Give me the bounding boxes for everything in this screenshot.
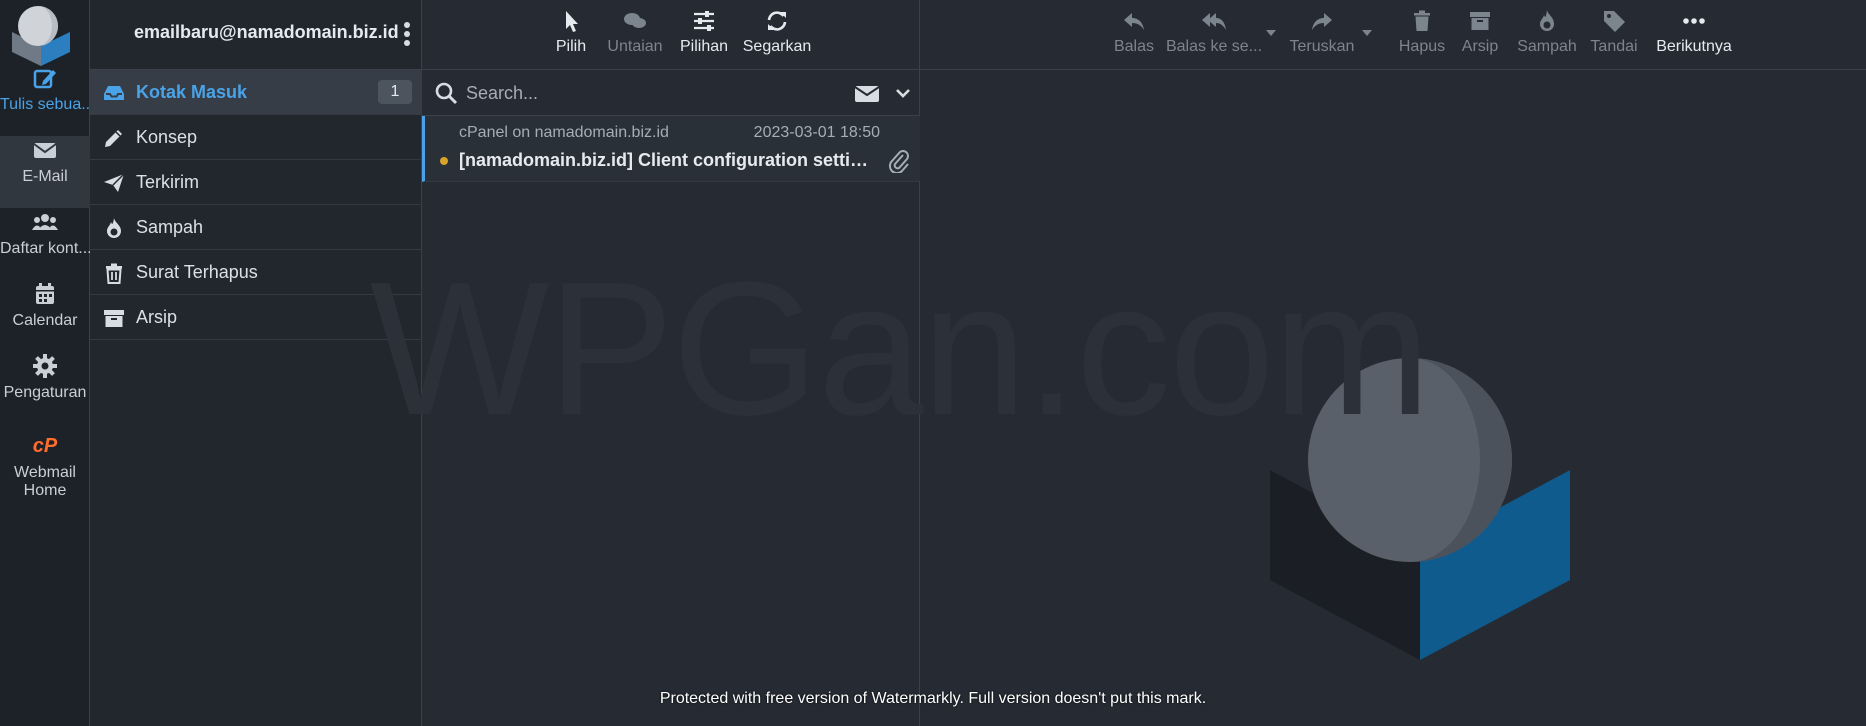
envelope-icon (33, 143, 57, 158)
folder-sent[interactable]: Terkirim (90, 160, 422, 205)
rail-contacts[interactable]: Daftar kont... (0, 208, 90, 280)
mark-label: Tandai (1590, 38, 1638, 55)
svg-text:cP: cP (33, 435, 58, 457)
rail-webmail-home[interactable]: cP Webmail Home (0, 432, 90, 512)
folder-pane: emailbaru@namadomain.biz.id Kotak Masuk … (90, 0, 422, 726)
folder-junk[interactable]: Sampah (90, 205, 422, 250)
rail-settings[interactable]: Pengaturan (0, 352, 90, 424)
list-toolbar: Pilih Untaian Pilihan Segarkan (422, 0, 920, 70)
folder-trash[interactable]: Surat Terhapus (90, 250, 422, 295)
rail-contacts-label: Daftar kont... (0, 240, 90, 257)
folder-drafts[interactable]: Konsep (90, 115, 422, 160)
account-header: emailbaru@namadomain.biz.id (90, 0, 422, 70)
more-dots-icon (1683, 18, 1705, 24)
select-label: Pilih (555, 38, 587, 55)
reply-button[interactable]: Balas (1102, 8, 1166, 56)
compose-icon (33, 69, 56, 89)
reply-all-caret-icon[interactable] (1266, 30, 1276, 36)
rail-calendar-label: Calendar (12, 312, 78, 329)
message-date: 2023-03-01 18:50 (753, 124, 880, 141)
message-list-pane: Pilih Untaian Pilihan Segarkan Search...… (422, 0, 920, 726)
account-menu-icon[interactable] (400, 20, 414, 48)
users-icon (32, 214, 58, 230)
folder-inbox[interactable]: Kotak Masuk 1 (90, 70, 422, 115)
tag-icon (1604, 11, 1625, 32)
cpanel-icon: cP (33, 435, 58, 457)
rail-calendar[interactable]: Calendar (0, 280, 90, 352)
folder-label: Kotak Masuk (136, 82, 248, 102)
forward-icon (1312, 13, 1332, 30)
search-bar (422, 70, 920, 116)
forward-caret-icon[interactable] (1362, 30, 1372, 36)
options-button[interactable]: Pilihan (672, 8, 736, 56)
forward-button[interactable]: Teruskan (1284, 8, 1360, 56)
preview-pane: Balas Balas ke se... Teruskan Hapus Arsi… (920, 0, 1866, 726)
archive-label: Arsip (1461, 38, 1499, 55)
search-input[interactable] (466, 80, 826, 106)
sliders-icon (694, 11, 714, 31)
app-rail: Tulis sebua... E-Mail Daftar kont... Cal… (0, 0, 90, 726)
account-email: emailbaru@namadomain.biz.id (134, 22, 399, 42)
reply-all-label: Balas ke se... (1165, 38, 1263, 55)
inbox-icon (104, 86, 124, 100)
folder-label: Surat Terhapus (136, 262, 258, 282)
delete-button[interactable]: Hapus (1392, 8, 1452, 56)
paperclip-icon (888, 150, 909, 173)
more-label: Berikutnya (1656, 38, 1732, 55)
pointer-icon (566, 11, 578, 32)
threads-label: Untaian (607, 38, 663, 55)
junk-button[interactable]: Sampah (1512, 8, 1582, 56)
rail-compose[interactable]: Tulis sebua... (0, 64, 90, 136)
reply-all-button[interactable]: Balas ke se... (1164, 8, 1264, 56)
rail-email[interactable]: E-Mail (0, 136, 90, 208)
archive-button[interactable]: Arsip (1454, 8, 1506, 56)
gear-icon (33, 354, 57, 378)
unread-count-badge: 1 (378, 80, 412, 104)
chevron-down-icon[interactable] (894, 84, 912, 102)
paper-plane-icon (104, 173, 125, 192)
reply-all-icon (1202, 13, 1226, 30)
mark-button[interactable]: Tandai (1586, 8, 1642, 56)
rail-webmail-home-label: Webmail Home (14, 464, 76, 499)
threads-button[interactable]: Untaian (600, 8, 670, 56)
rail-settings-label: Pengaturan (3, 384, 87, 401)
folder-label: Arsip (136, 307, 178, 327)
archive-icon (1470, 12, 1490, 30)
reply-label: Balas (1113, 38, 1155, 55)
refresh-icon (767, 11, 787, 31)
refresh-label: Segarkan (742, 38, 812, 55)
folder-archive[interactable]: Arsip (90, 295, 422, 340)
refresh-button[interactable]: Segarkan (736, 8, 818, 56)
envelope-icon[interactable] (854, 84, 880, 104)
comments-icon (624, 13, 646, 28)
fire-icon (1540, 10, 1554, 31)
search-icon[interactable] (434, 81, 458, 105)
unread-dot-icon[interactable] (440, 157, 448, 165)
junk-label: Sampah (1517, 38, 1577, 55)
forward-label: Teruskan (1289, 38, 1355, 55)
pencil-icon (105, 130, 122, 147)
trash-icon (1414, 10, 1430, 31)
message-row[interactable]: cPanel on namadomain.biz.id 2023-03-01 1… (422, 116, 920, 182)
message-sender: cPanel on namadomain.biz.id (459, 124, 669, 141)
folder-label: Terkirim (136, 172, 199, 192)
message-subject: [namadomain.biz.id] Client configuration… (459, 150, 879, 170)
roundcube-logo[interactable] (8, 2, 74, 68)
delete-label: Hapus (1398, 38, 1446, 55)
rail-email-label: E-Mail (22, 168, 68, 185)
folder-label: Konsep (136, 127, 198, 147)
rail-compose-label: Tulis sebua... (0, 96, 90, 113)
reply-icon (1124, 13, 1144, 30)
webmail-app: Tulis sebua... E-Mail Daftar kont... Cal… (0, 0, 1866, 726)
select-button[interactable]: Pilih (544, 8, 598, 56)
options-label: Pilihan (679, 38, 729, 55)
calendar-icon (36, 283, 54, 304)
folder-label: Sampah (136, 217, 204, 237)
message-toolbar: Balas Balas ke se... Teruskan Hapus Arsi… (920, 0, 1866, 70)
roundcube-watermark-logo (1270, 358, 1570, 660)
archive-icon (104, 310, 124, 327)
trash-icon (106, 263, 122, 284)
more-button[interactable]: Berikutnya (1646, 8, 1742, 56)
fire-icon (107, 218, 121, 238)
